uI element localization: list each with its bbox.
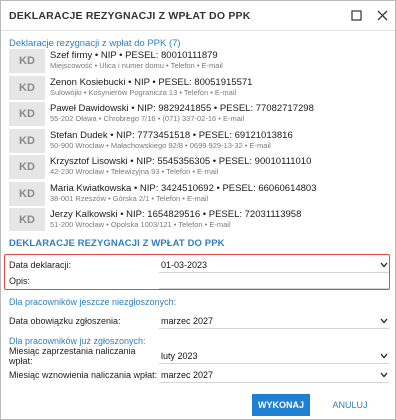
employee-main-line: Zenon Kosiebucki • NIP • PESEL: 80051915… bbox=[50, 77, 253, 88]
declaration-date-row: Data deklaracji: 01-03-2023 bbox=[9, 257, 389, 273]
maximize-icon[interactable] bbox=[343, 3, 369, 29]
description-label: Opis: bbox=[9, 276, 31, 286]
avatar: KD bbox=[9, 208, 45, 231]
stop-month-label: Miesiąc zaprzestania naliczania wpłat: bbox=[9, 346, 136, 366]
avatar: KD bbox=[9, 128, 45, 153]
stop-month-select[interactable]: luty 2023 bbox=[159, 349, 389, 364]
avatar: KD bbox=[9, 49, 45, 73]
obligation-date-select[interactable]: marzec 2027 bbox=[159, 314, 389, 329]
avatar: KD bbox=[9, 102, 45, 126]
resume-month-value: marzec 2027 bbox=[161, 369, 214, 380]
chevron-down-icon[interactable] bbox=[379, 260, 389, 270]
description-row: Opis: bbox=[9, 273, 389, 289]
employee-address-line: 51-200 Wrocław • Opolska 1003/121 • Tele… bbox=[50, 220, 231, 230]
employee-address-line: 55-202 Oława • Chrobrego 7/16 • (071) 33… bbox=[50, 114, 245, 124]
declaration-date-value: 01-03-2023 bbox=[161, 259, 208, 270]
description-field[interactable] bbox=[159, 274, 389, 289]
declaration-date-label: Data deklaracji: bbox=[9, 260, 72, 270]
avatar: KD bbox=[9, 155, 45, 179]
employee-main-line: Stefan Dudek • NIP: 7773451518 • PESEL: … bbox=[50, 130, 293, 141]
dialog-window: DEKLARACJE REZYGNACJI Z WPŁAT DO PPK Dek… bbox=[0, 0, 396, 420]
list-item[interactable]: KD Stefan Dudek • NIP: 7773451518 • PESE… bbox=[9, 128, 389, 154]
avatar: KD bbox=[9, 75, 45, 100]
not-registered-header: Dla pracowników jeszcze niezgłoszonych: bbox=[9, 297, 177, 307]
chevron-down-icon[interactable] bbox=[379, 351, 389, 361]
avatar: KD bbox=[9, 181, 45, 206]
list-item[interactable]: KD Paweł Dawidowski • NIP: 9829241855 • … bbox=[9, 101, 389, 127]
registered-header: Dla pracowników już zgłoszonych: bbox=[9, 336, 146, 346]
employee-address-line: 50-900 Wrocław • Małachowskiego 92/8 • 0… bbox=[50, 140, 271, 150]
stop-month-value: luty 2023 bbox=[161, 350, 198, 361]
window-title: DEKLARACJE REZYGNACJI Z WPŁAT DO PPK bbox=[9, 9, 251, 22]
obligation-date-value: marzec 2027 bbox=[161, 315, 214, 326]
cancel-button[interactable]: ANULUJ bbox=[321, 394, 379, 416]
list-item[interactable]: KD Szef firmy • NIP • PESEL: 80010111879… bbox=[9, 48, 389, 74]
resume-month-select[interactable]: marzec 2027 bbox=[159, 368, 389, 383]
employee-address-line: Sulowójki • Kosynierów Pogranicza 13 • T… bbox=[50, 87, 237, 97]
obligation-date-label: Data obowiązku zgłoszenia: bbox=[9, 316, 121, 326]
form-section-title: DEKLARACJE REZYGNACJI Z WPŁAT DO PPK bbox=[9, 238, 225, 249]
chevron-down-icon[interactable] bbox=[379, 316, 389, 326]
resume-month-label: Miesiąc wznowienia naliczania wpłat: bbox=[9, 370, 158, 380]
employee-address-line: 38-001 Rzeszów • Górska 2/1 • Telefon • … bbox=[50, 193, 209, 203]
employee-address-line: Miejscowość • Ulica i numer domu • Telef… bbox=[50, 61, 223, 71]
stop-month-row: Miesiąc zaprzestania naliczania wpłat: l… bbox=[9, 346, 389, 366]
list-item[interactable]: KD Zenon Kosiebucki • NIP • PESEL: 80051… bbox=[9, 75, 389, 101]
close-icon[interactable] bbox=[369, 3, 395, 29]
chevron-down-icon[interactable] bbox=[379, 370, 389, 380]
list-item[interactable]: KD Maria Kwiatkowska • NIP: 3424510692 •… bbox=[9, 181, 389, 207]
employee-address-line: 42-230 Wrocław • Telewizyjna 93 • Telefo… bbox=[50, 167, 219, 177]
list-item[interactable]: KD Jerzy Kalkowski • NIP: 1654829516 • P… bbox=[9, 207, 389, 231]
employee-list: KD Szef firmy • NIP • PESEL: 80010111879… bbox=[9, 48, 389, 231]
resume-month-row: Miesiąc wznowienia naliczania wpłat: mar… bbox=[9, 367, 389, 383]
obligation-date-row: Data obowiązku zgłoszenia: marzec 2027 bbox=[9, 313, 389, 329]
title-bar: DEKLARACJE REZYGNACJI Z WPŁAT DO PPK bbox=[1, 1, 395, 31]
list-scrollbar[interactable] bbox=[383, 48, 389, 231]
declaration-date-field[interactable]: 01-03-2023 bbox=[159, 258, 389, 273]
employee-main-line: Maria Kwiatkowska • NIP: 3424510692 • PE… bbox=[50, 183, 317, 194]
execute-button[interactable]: WYKONAJ bbox=[252, 394, 310, 416]
list-item[interactable]: KD Krzysztof Lisowski • NIP: 5545356305 … bbox=[9, 154, 389, 180]
